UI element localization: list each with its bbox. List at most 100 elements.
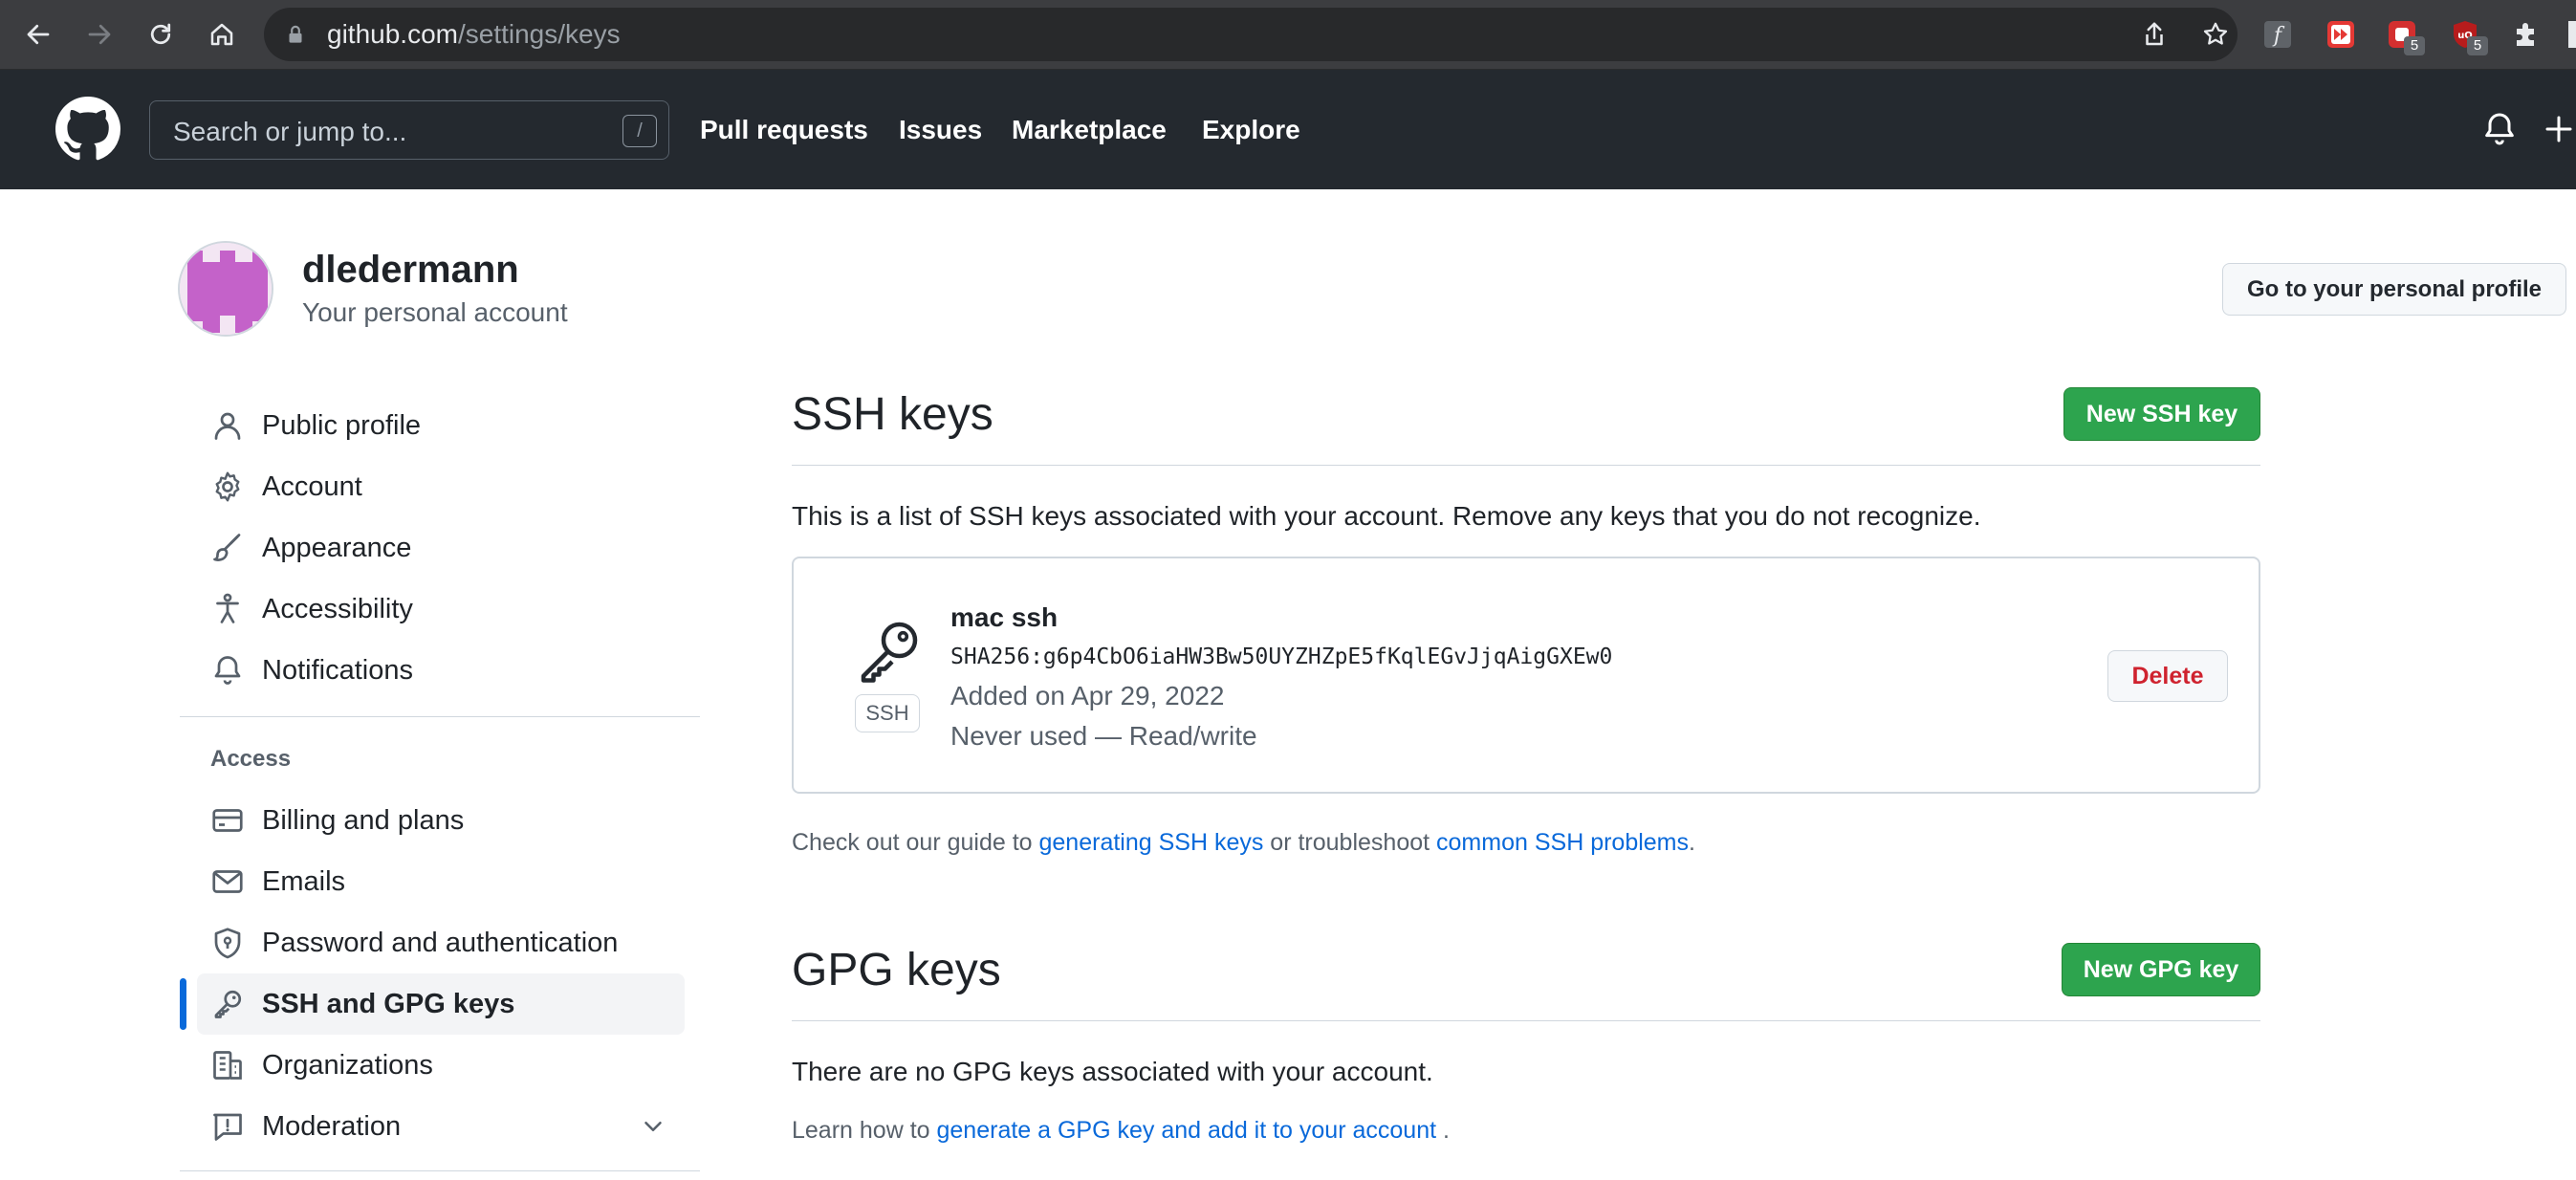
extension-badge: 5 — [2467, 36, 2488, 55]
url-text: github.com/settings/keys — [327, 21, 621, 48]
sidebar-item-label: Notifications — [262, 654, 413, 686]
nav-explore[interactable]: Explore — [1202, 114, 1300, 146]
new-gpg-key-button[interactable]: New GPG key — [2062, 943, 2260, 996]
nav-issues[interactable]: Issues — [899, 114, 982, 146]
bookmark-star-icon[interactable] — [2201, 20, 2230, 49]
delete-key-button[interactable]: Delete — [2107, 650, 2228, 702]
sidebar-item-label: Appearance — [262, 532, 412, 563]
go-to-profile-button[interactable]: Go to your personal profile — [2222, 263, 2566, 316]
ssh-keys-heading: SSH keys — [792, 389, 993, 440]
puzzle-icon[interactable] — [2511, 19, 2542, 50]
notifications-bell-icon[interactable] — [2480, 110, 2519, 148]
reload-button[interactable] — [142, 15, 180, 54]
share-icon[interactable] — [2140, 20, 2169, 49]
new-ssh-key-button[interactable]: New SSH key — [2063, 387, 2260, 441]
sidebar-item-label: Accessibility — [262, 593, 413, 624]
avatar[interactable] — [178, 241, 273, 337]
arrow-left-icon — [27, 24, 50, 45]
learn-suffix: . — [1436, 1117, 1450, 1144]
address-bar[interactable]: github.com/settings/keys — [264, 8, 2238, 61]
sidebar-item-label: Public profile — [262, 409, 422, 441]
sidebar-item-public-profile[interactable]: Public profile — [197, 395, 685, 456]
sidebar-item-appearance[interactable]: Appearance — [197, 517, 685, 579]
profile-edge — [2568, 21, 2576, 48]
learn-prefix: Learn how to — [792, 1117, 937, 1144]
extension-badge: 5 — [2404, 36, 2425, 55]
gear-icon — [210, 470, 245, 504]
sidebar-divider — [180, 1170, 700, 1171]
key-type-label: SSH — [855, 694, 920, 732]
guide-prefix: Check out our guide to — [792, 829, 1039, 856]
gpg-empty-text: There are no GPG keys associated with yo… — [792, 1057, 1433, 1086]
nav-pull-requests[interactable]: Pull requests — [700, 114, 868, 146]
home-button[interactable] — [203, 15, 241, 54]
guide-suffix: . — [1689, 829, 1695, 856]
sidebar-item-emails[interactable]: Emails — [197, 851, 685, 912]
gpg-learn-text: Learn how to generate a GPG key and add … — [792, 1114, 1450, 1147]
url-path: /settings/keys — [457, 19, 621, 49]
paintbrush-icon — [210, 531, 245, 565]
sidebar-item-billing[interactable]: Billing and plans — [197, 790, 685, 851]
ssh-section-divider — [792, 465, 2260, 466]
credit-card-icon — [210, 803, 245, 838]
github-header: Search or jump to... / Pull requests Iss… — [0, 70, 2576, 189]
gpg-section-divider — [792, 1020, 2260, 1021]
mail-icon — [210, 864, 245, 899]
generate-gpg-key-link[interactable]: generate a GPG key and add it to your ac… — [937, 1117, 1437, 1144]
sidebar-item-account[interactable]: Account — [197, 456, 685, 517]
script-f-icon[interactable]: f — [2262, 19, 2293, 50]
github-logo-icon[interactable] — [55, 97, 120, 162]
active-indicator — [180, 978, 186, 1030]
sidebar-item-ssh-gpg-keys[interactable]: SSH and GPG keys — [197, 973, 685, 1035]
plus-icon[interactable] — [2542, 112, 2576, 146]
sidebar-item-label: Organizations — [262, 1049, 433, 1081]
nav-marketplace[interactable]: Marketplace — [1012, 114, 1167, 146]
search-shortcut-key: / — [622, 115, 657, 147]
sidebar-item-accessibility[interactable]: Accessibility — [197, 579, 685, 640]
ssh-guide-text: Check out our guide to generating SSH ke… — [792, 826, 1695, 859]
sidebar-group-heading: Access — [210, 746, 292, 772]
reload-icon — [150, 23, 171, 45]
sidebar-item-label: Moderation — [262, 1110, 402, 1142]
sidebar-item-organizations[interactable]: Organizations — [197, 1035, 685, 1096]
lock-icon — [289, 25, 302, 43]
media-forward-icon[interactable] — [2325, 19, 2356, 50]
sidebar-divider — [180, 716, 700, 717]
search-placeholder: Search or jump to... — [173, 117, 407, 146]
url-host: github.com — [327, 19, 458, 49]
report-icon — [210, 1109, 245, 1144]
key-icon — [210, 987, 245, 1021]
bell-icon — [210, 653, 245, 688]
accessibility-icon — [210, 592, 245, 626]
sidebar-item-label: Account — [262, 470, 362, 502]
arrow-right-icon — [88, 24, 111, 45]
search-input[interactable]: Search or jump to... / — [149, 100, 669, 160]
browser-toolbar: github.com/settings/keys f 5 uO 5 — [0, 0, 2576, 70]
home-icon — [210, 23, 233, 46]
chevron-down-icon[interactable] — [639, 1112, 667, 1141]
guide-middle: or troubleshoot — [1263, 829, 1437, 856]
generating-ssh-keys-link[interactable]: generating SSH keys — [1039, 829, 1264, 856]
sidebar-item-label: Emails — [262, 865, 346, 897]
gpg-keys-heading: GPG keys — [792, 945, 1001, 995]
sidebar-item-password-authentication[interactable]: Password and authentication — [197, 912, 685, 973]
ssh-key-card: SSH mac ssh SHA256:g6p4CbO6iaHW3Bw50UYZH… — [792, 557, 2260, 794]
ssh-key-added-date: Added on Apr 29, 2022 — [950, 681, 1225, 710]
person-icon — [210, 408, 245, 443]
account-username[interactable]: dledermann — [302, 247, 519, 293]
key-icon — [861, 622, 918, 683]
forward-button[interactable] — [80, 15, 119, 54]
identicon-image — [180, 243, 272, 335]
sidebar-item-label: Password and authentication — [262, 927, 619, 958]
sidebar-item-moderation[interactable]: Moderation — [197, 1096, 685, 1157]
ssh-key-name: mac ssh — [950, 602, 1059, 632]
ssh-key-fingerprint: SHA256:g6p4CbO6iaHW3Bw50UYZHZpE5fKqlEGvJ… — [950, 645, 1613, 669]
common-ssh-problems-link[interactable]: common SSH problems — [1436, 829, 1689, 856]
sidebar-item-label: Billing and plans — [262, 804, 465, 836]
ssh-description: This is a list of SSH keys associated wi… — [792, 501, 1981, 531]
sidebar-item-label: SSH and GPG keys — [262, 988, 515, 1019]
shield-lock-icon — [210, 926, 245, 960]
account-subtitle: Your personal account — [302, 297, 568, 327]
back-button[interactable] — [19, 15, 57, 54]
sidebar-item-notifications[interactable]: Notifications — [197, 640, 685, 701]
